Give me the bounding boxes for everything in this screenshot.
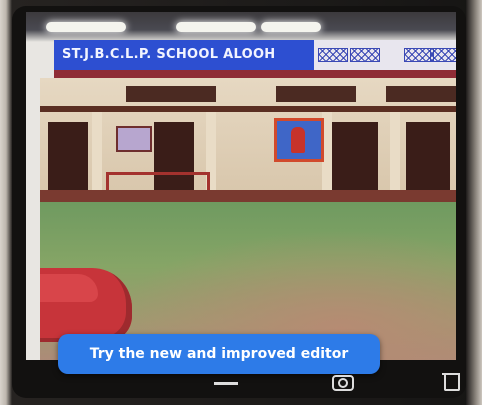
- signboard-lattice: [314, 40, 456, 70]
- school-signboard: ST.J.B.C.L.P. SCHOOL ALOOH: [54, 40, 314, 70]
- trash-icon[interactable]: [440, 372, 464, 392]
- ceiling-light: [261, 22, 321, 32]
- ceiling-light: [46, 22, 126, 32]
- pillar: [390, 112, 400, 198]
- lattice-panel: [350, 48, 380, 62]
- lattice-panel: [318, 48, 348, 62]
- window: [276, 86, 356, 102]
- wall-picture: [274, 118, 324, 162]
- phone-edge: [466, 0, 482, 405]
- window: [126, 86, 216, 102]
- window: [386, 86, 456, 102]
- roof-eave: [54, 70, 456, 78]
- doorway: [332, 122, 378, 194]
- doorway: [48, 122, 88, 194]
- picture-figure: [291, 127, 305, 153]
- lens-icon[interactable]: [330, 372, 354, 392]
- red-plinth-top: [40, 274, 98, 302]
- wall-poster: [116, 126, 152, 152]
- crop-icon[interactable]: [214, 372, 238, 392]
- lattice-panel: [430, 48, 456, 62]
- doorway: [406, 122, 450, 194]
- pillar: [92, 112, 102, 198]
- ceiling-light: [176, 22, 256, 32]
- editor-promo-button[interactable]: Try the new and improved editor: [58, 334, 380, 374]
- school-photo[interactable]: ST.J.B.C.L.P. SCHOOL ALOOH: [26, 12, 456, 360]
